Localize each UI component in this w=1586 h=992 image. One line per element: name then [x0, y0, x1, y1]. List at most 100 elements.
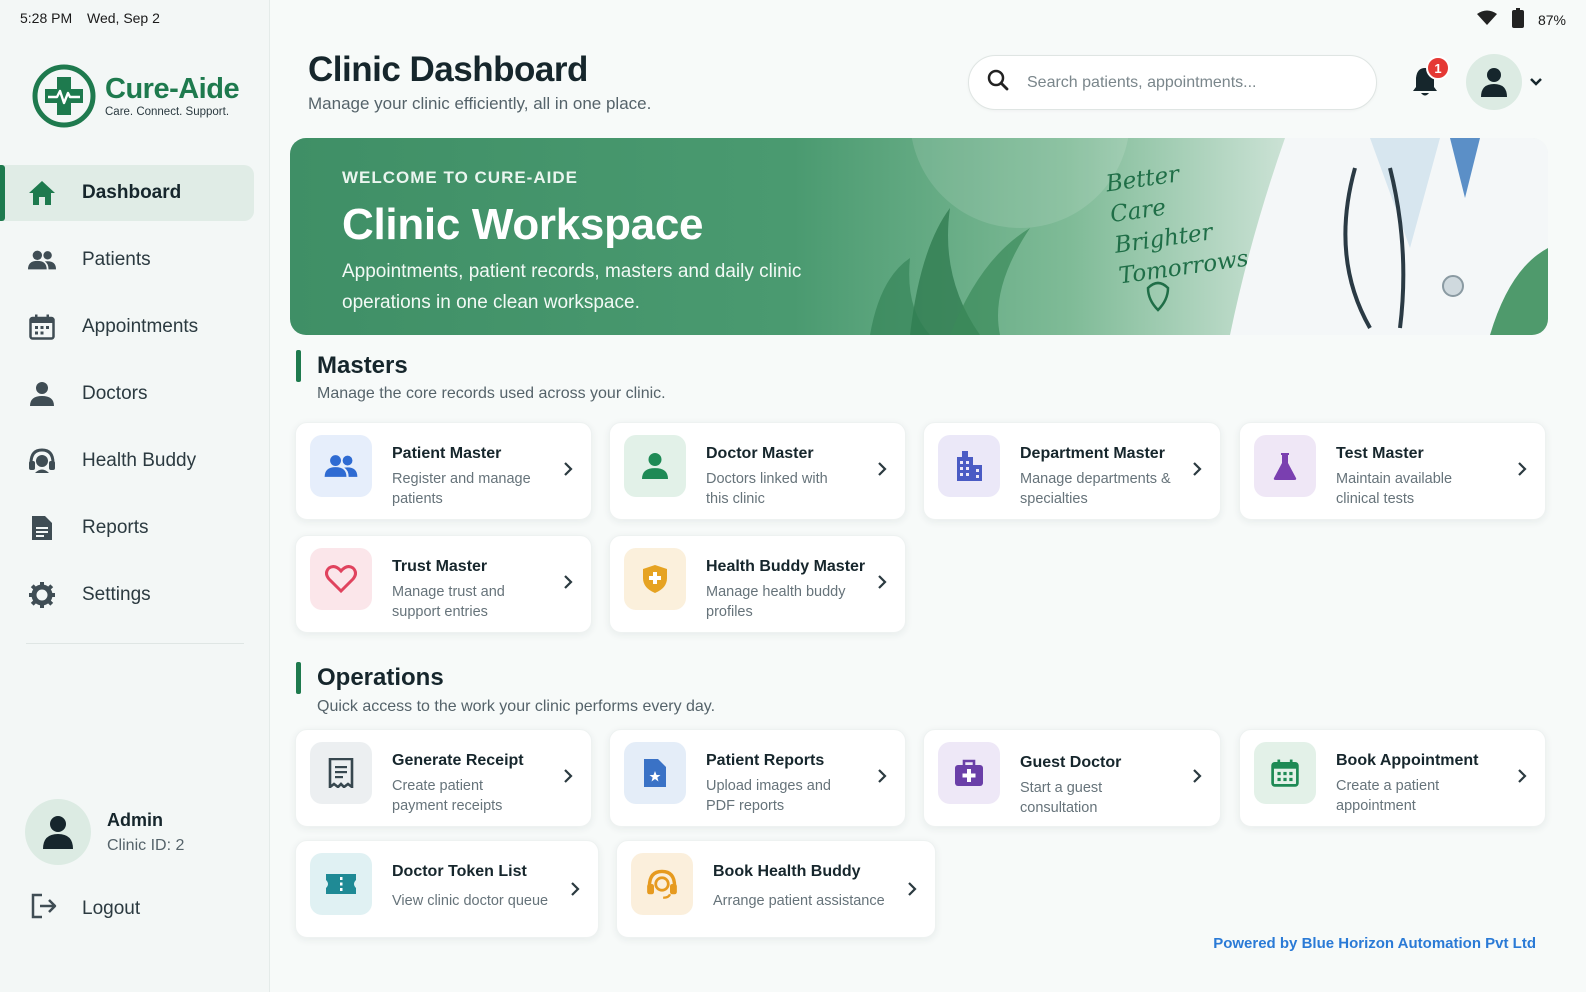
search-input[interactable]	[1027, 73, 1347, 92]
doctor-token-list-card[interactable]: Doctor Token List View clinic doctor que…	[295, 840, 599, 938]
clinic-id: Clinic ID: 2	[107, 836, 185, 854]
sidebar-item-patients[interactable]: Patients	[0, 232, 254, 288]
chevron-right-icon	[564, 462, 573, 476]
avatar	[25, 799, 91, 865]
profile-avatar-button[interactable]	[1466, 54, 1522, 110]
card-title: Book Health Buddy	[713, 863, 861, 880]
sidebar-divider	[26, 643, 244, 644]
medical-bag-icon	[938, 742, 1000, 804]
card-description: Register and manage patients	[392, 471, 531, 507]
card-description: Start a guest consultation	[1020, 780, 1103, 816]
card-title: Generate Receipt	[392, 752, 524, 769]
search-icon	[987, 69, 1009, 96]
brand-name: Cure-Aide	[105, 73, 240, 105]
building-icon	[938, 435, 1000, 497]
masters-title: Masters	[317, 352, 408, 379]
receipt-icon	[310, 742, 372, 804]
people-icon	[310, 435, 372, 497]
user-profile[interactable]: Admin Clinic ID: 2	[25, 799, 184, 865]
book-health-buddy-card[interactable]: Book Health Buddy Arrange patient assist…	[616, 840, 936, 938]
trust-master-card[interactable]: Trust Master Manage trust and support en…	[295, 535, 592, 633]
banner-kicker: WELCOME TO CURE-AIDE	[342, 168, 578, 187]
sidebar-item-label: Reports	[82, 517, 149, 538]
battery-icon	[1511, 8, 1524, 31]
chevron-right-icon	[1518, 769, 1527, 783]
brand-tagline: Care. Connect. Support.	[105, 106, 230, 118]
logout-icon	[30, 892, 58, 926]
patient-master-card[interactable]: Patient Master Register and manage patie…	[295, 422, 592, 520]
heart-icon	[310, 548, 372, 610]
report-icon	[28, 514, 56, 542]
patient-reports-card[interactable]: Patient Reports Upload images and PDF re…	[609, 729, 906, 827]
card-title: Patient Master	[392, 445, 502, 462]
card-title: Doctor Token List	[392, 863, 527, 880]
cross-logo-icon	[32, 64, 96, 128]
chevron-right-icon	[878, 769, 887, 783]
card-description: Create patient payment receipts	[392, 778, 503, 814]
card-title: Health Buddy Master	[706, 558, 866, 575]
file-image-icon	[624, 742, 686, 804]
test-master-card[interactable]: Test Master Maintain available clinical …	[1239, 422, 1546, 520]
card-title: Doctor Master	[706, 445, 814, 462]
card-description: Manage departments & specialties	[1020, 471, 1171, 507]
status-bar: 5:28 PM Wed, Sep 2 87%	[0, 0, 1586, 34]
chevron-down-icon[interactable]	[1529, 74, 1543, 92]
person-icon	[1481, 68, 1507, 97]
status-date: Wed, Sep 2	[87, 10, 160, 26]
people-icon	[28, 246, 56, 274]
department-master-card[interactable]: Department Master Manage departments & s…	[923, 422, 1221, 520]
sidebar-item-doctors[interactable]: Doctors	[0, 366, 254, 422]
chevron-right-icon	[1193, 769, 1202, 783]
masters-subtitle: Manage the core records used across your…	[317, 385, 666, 402]
logout-label: Logout	[82, 898, 141, 919]
search-bar[interactable]	[968, 55, 1377, 110]
sidebar-item-label: Appointments	[82, 316, 199, 337]
sidebar-item-label: Doctors	[82, 383, 148, 404]
card-title: Patient Reports	[706, 752, 825, 769]
book-appointment-card[interactable]: Book Appointment Create a patient appoin…	[1239, 729, 1546, 827]
chevron-right-icon	[1193, 462, 1202, 476]
banner-description: Appointments, patient records, masters a…	[342, 261, 802, 313]
banner-slogan: Better Care Brighter Tomorrows	[1104, 152, 1250, 293]
sidebar-item-settings[interactable]: Settings	[0, 567, 254, 623]
sidebar-item-reports[interactable]: Reports	[0, 500, 254, 556]
operations-title: Operations	[317, 664, 444, 691]
sidebar-item-appointments[interactable]: Appointments	[0, 299, 254, 355]
logout-button[interactable]: Logout	[30, 892, 140, 926]
card-title: Guest Doctor	[1020, 754, 1122, 771]
home-icon	[28, 179, 56, 207]
person-icon	[28, 380, 56, 408]
card-title: Test Master	[1336, 445, 1424, 462]
flask-icon	[1254, 435, 1316, 497]
footer-credit: Powered by Blue Horizon Automation Pvt L…	[1213, 935, 1536, 952]
operations-subtitle: Quick access to the work your clinic per…	[317, 698, 716, 715]
status-icons: 87%	[1476, 8, 1566, 31]
health-buddy-master-card[interactable]: Health Buddy Master Manage health buddy …	[609, 535, 906, 633]
welcome-banner: WELCOME TO CURE-AIDE Clinic Workspace Ap…	[290, 138, 1548, 335]
sidebar-item-dashboard[interactable]: Dashboard	[0, 165, 254, 221]
chevron-right-icon	[571, 882, 580, 896]
brand-logo[interactable]: Cure-Aide Care. Connect. Support.	[31, 63, 240, 129]
sidebar: Cure-Aide Care. Connect. Support. Dashbo…	[0, 0, 270, 992]
chevron-right-icon	[564, 575, 573, 589]
calendar-icon	[1254, 742, 1316, 804]
section-accent	[296, 350, 301, 382]
card-description: Manage health buddy profiles	[706, 584, 846, 620]
user-name: Admin	[107, 809, 163, 830]
page-subtitle: Manage your clinic efficiently, all in o…	[308, 94, 652, 113]
sidebar-nav: Dashboard Patients Appointments Doctors …	[0, 165, 270, 634]
generate-receipt-card[interactable]: Generate Receipt Create patient payment …	[295, 729, 592, 827]
headset-icon	[28, 447, 56, 475]
sidebar-item-health-buddy[interactable]: Health Buddy	[0, 433, 254, 489]
banner-title: Clinic Workspace	[342, 200, 704, 249]
card-description: Upload images and PDF reports	[706, 778, 831, 814]
notification-badge: 1	[1426, 56, 1450, 80]
guest-doctor-card[interactable]: Guest Doctor Start a guest consultation	[923, 729, 1221, 827]
wifi-icon	[1476, 10, 1498, 29]
doctor-master-card[interactable]: Doctor Master Doctors linked with this c…	[609, 422, 906, 520]
chevron-right-icon	[878, 575, 887, 589]
card-description: View clinic doctor queue	[392, 893, 549, 909]
gear-icon	[28, 581, 56, 609]
sidebar-item-label: Dashboard	[82, 182, 182, 203]
card-description: Create a patient appointment	[1336, 778, 1440, 814]
